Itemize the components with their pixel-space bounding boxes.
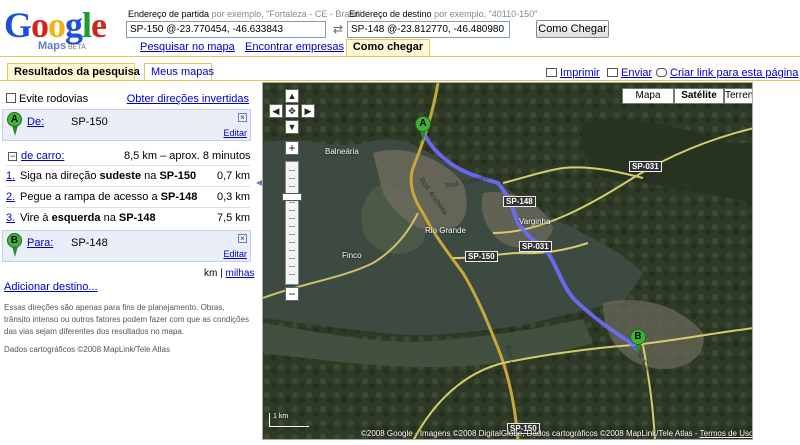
end-waypoint: B Para: SP-148 × Editar [2, 230, 251, 262]
pan-down-icon[interactable]: ▼ [285, 120, 299, 134]
satellite-imagery [263, 83, 752, 439]
map-view[interactable]: Mapa Satélite Terreno ▲ ◀ ✥ ▶ ▼ + − Baln… [262, 82, 753, 440]
zoom-out-icon[interactable]: − [285, 287, 299, 301]
swap-arrows-icon[interactable]: ⇄ [333, 22, 343, 36]
from-label: Endereço de partida por exemplo, "Fortal… [128, 9, 362, 19]
to-label: Endereço de destino por exemplo, "40110-… [349, 9, 538, 19]
from-link[interactable]: De: [27, 116, 44, 128]
direction-step[interactable]: 3. Vire à esquerda na SP-148 7,5 km [6, 207, 250, 227]
tab-search-map[interactable]: Pesquisar no mapa [140, 41, 235, 53]
search-tabs: Pesquisar no mapa Encontrar empresas Com… [128, 39, 758, 56]
place-label: Balneária [325, 147, 359, 156]
zoom-slider-track[interactable] [285, 161, 299, 285]
unit-km: km [204, 268, 218, 279]
get-directions-button[interactable]: Como Chegar [536, 20, 609, 38]
marker-b-icon[interactable]: B [630, 329, 646, 355]
edit-start-link[interactable]: Editar [223, 128, 247, 138]
direction-step[interactable]: 2. Pegue a rampa de acesso a SP-148 0,3 … [6, 186, 250, 206]
to-link[interactable]: Para: [27, 237, 53, 249]
chain-link-icon [656, 68, 667, 77]
to-value: SP-148 [71, 237, 108, 249]
edit-end-link[interactable]: Editar [223, 249, 247, 259]
add-destination-link[interactable]: Adicionar destino... [4, 281, 98, 293]
collapse-icon[interactable]: − [8, 152, 17, 161]
unit-miles-link[interactable]: milhas [226, 268, 255, 279]
remove-start-icon[interactable]: × [238, 113, 247, 122]
road-shield: SP-031 [519, 241, 552, 252]
tab-directions[interactable]: Como chegar [346, 39, 430, 56]
logo-maps-text: Maps [38, 40, 67, 52]
pan-up-icon[interactable]: ▲ [285, 89, 299, 103]
unit-switch: km | milhas [204, 268, 255, 279]
logo-text: Google [4, 5, 107, 45]
tab-my-maps[interactable]: Meus mapas [144, 63, 214, 81]
remove-end-icon[interactable]: × [238, 234, 247, 243]
map-data-credit: Dados cartográficos ©2008 MapLink/Tele A… [4, 345, 170, 354]
place-label: Rio Grande [425, 226, 466, 235]
print-action[interactable]: Imprimir [546, 67, 600, 79]
marker-b-icon[interactable]: B [7, 233, 22, 257]
zoom-slider-handle[interactable] [282, 193, 302, 201]
from-value: SP-150 [71, 116, 108, 128]
route-summary: 8,5 km – aprox. 8 minutos [124, 150, 251, 162]
map-type-satellite-button[interactable]: Satélite [674, 88, 724, 104]
google-maps-logo[interactable]: Google Maps BETA [4, 6, 122, 52]
pan-left-icon[interactable]: ◀ [269, 104, 283, 118]
send-action[interactable]: Enviar [607, 67, 652, 79]
reverse-directions-link[interactable]: Obter direções invertidas [127, 93, 249, 105]
direction-step[interactable]: 1. Siga na direção sudeste na SP-150 0,7… [6, 165, 250, 185]
road-shield: SP-031 [629, 161, 662, 172]
avoid-highways-checkbox[interactable] [6, 93, 16, 103]
tab-find-business[interactable]: Encontrar empresas [245, 41, 344, 53]
place-label: Finco [342, 251, 362, 260]
reset-center-icon[interactable]: ✥ [285, 104, 299, 118]
planning-disclaimer: Essas direções são apenas para fins de p… [4, 303, 250, 336]
directions-panel: Evite rodovias Obter direções invertidas… [0, 82, 256, 445]
road-shield: SP-150 [465, 251, 498, 262]
map-scale: 1 km [269, 413, 309, 427]
envelope-icon [607, 68, 618, 77]
place-label: Varginha [519, 217, 551, 226]
pan-right-icon[interactable]: ▶ [301, 104, 315, 118]
map-type-map-button[interactable]: Mapa [622, 88, 674, 104]
tab-search-results[interactable]: Resultados da pesquisa [7, 63, 140, 81]
logo-beta-badge: BETA [68, 44, 86, 51]
start-waypoint: A De: SP-150 × Editar [2, 109, 251, 141]
map-copyright: ©2008 Google - Imagens ©2008 DigitalGlob… [361, 429, 753, 438]
link-action[interactable]: Criar link para esta página [656, 67, 798, 79]
from-address-input[interactable]: SP-150 @-23.770454, -46.633843 [126, 21, 326, 38]
to-address-input[interactable]: SP-148 @-23.812770, -46.480980 [347, 21, 510, 38]
printer-icon [546, 68, 557, 77]
marker-a-icon[interactable]: A [7, 112, 22, 136]
terms-link[interactable]: Termos de Uso [700, 429, 752, 438]
map-type-terrain-button[interactable]: Terreno [724, 88, 752, 104]
marker-a-icon[interactable]: A [415, 116, 431, 142]
tabs-divider [0, 80, 800, 81]
zoom-in-icon[interactable]: + [285, 141, 299, 155]
header-divider [0, 56, 800, 57]
driving-mode-link[interactable]: de carro: [21, 150, 64, 162]
avoid-highways-option[interactable]: Evite rodovias [6, 93, 88, 105]
road-shield: SP-148 [503, 196, 536, 207]
